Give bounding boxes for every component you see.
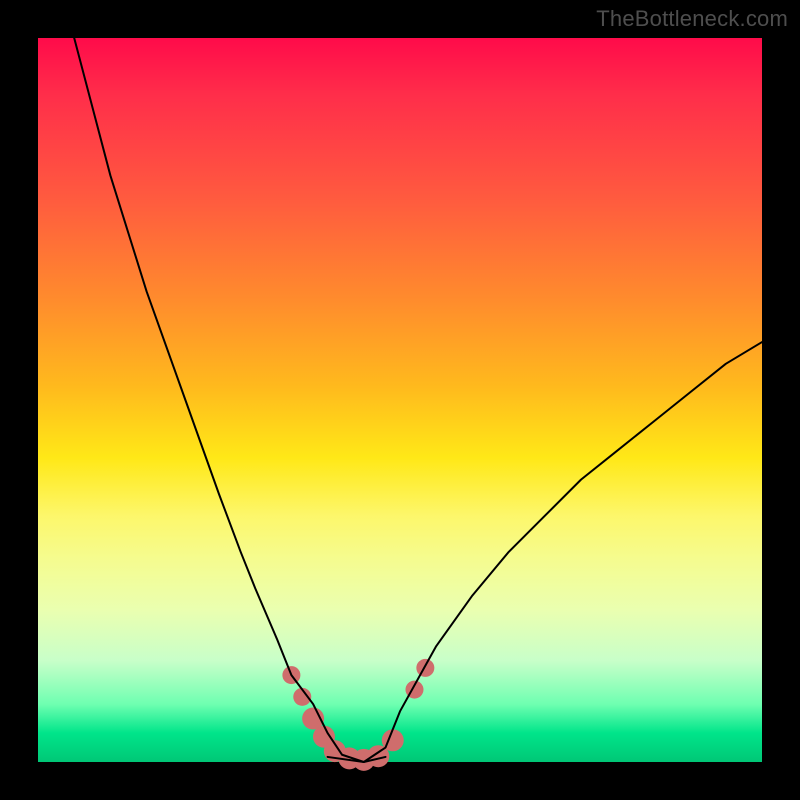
chart-svg bbox=[38, 38, 762, 762]
watermark-text: TheBottleneck.com bbox=[596, 6, 788, 32]
chart-marker bbox=[416, 659, 434, 677]
chart-series-curve bbox=[74, 38, 762, 762]
chart-lines bbox=[74, 38, 762, 762]
chart-stage: TheBottleneck.com bbox=[0, 0, 800, 800]
chart-markers bbox=[282, 659, 434, 771]
chart-plot-area bbox=[38, 38, 762, 762]
